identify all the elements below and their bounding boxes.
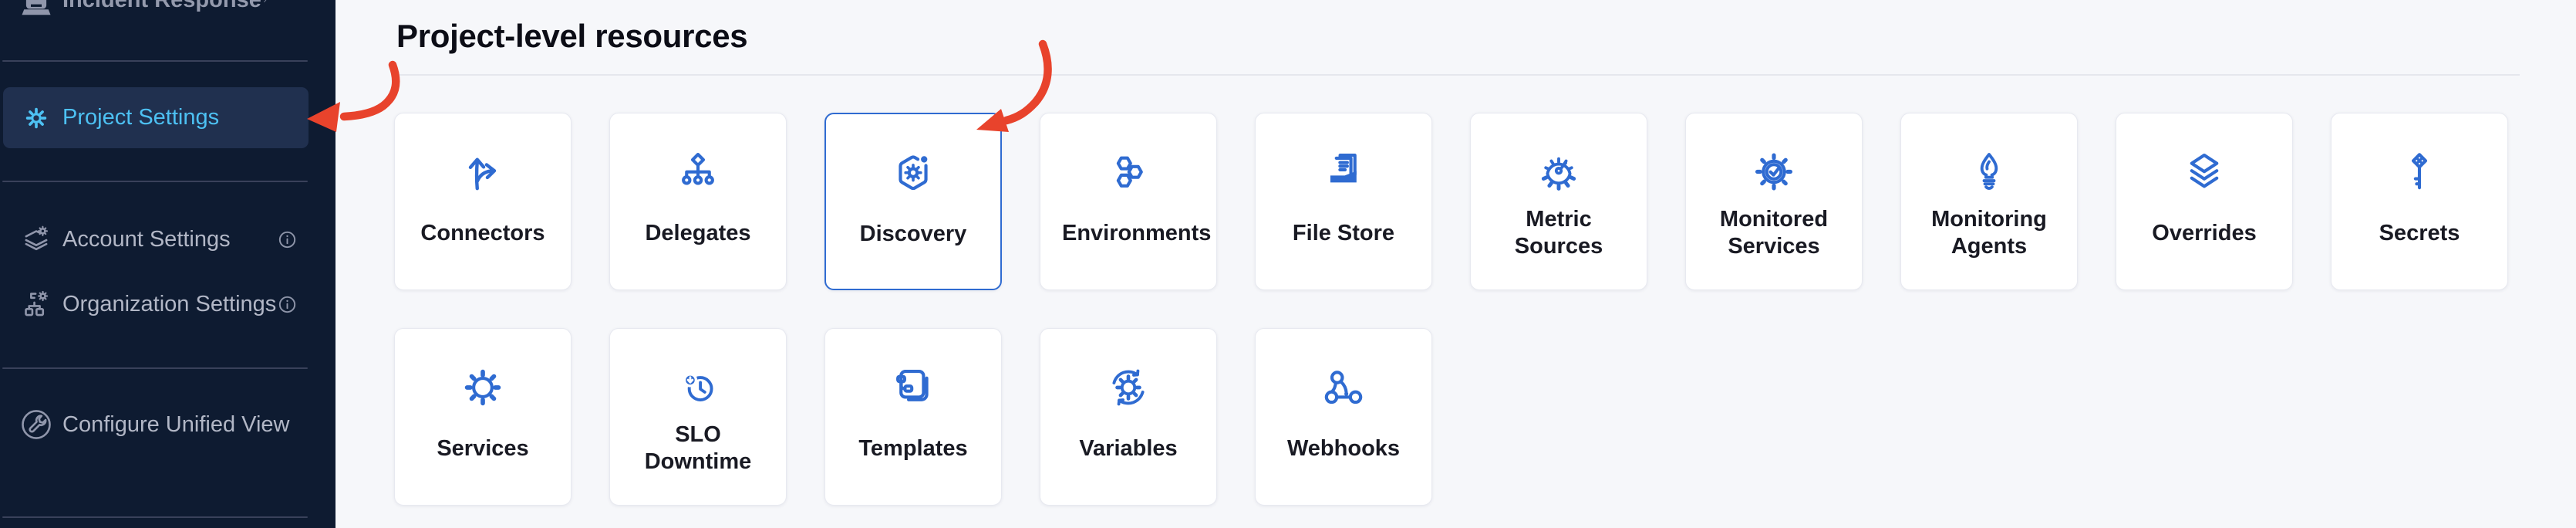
resource-card-label: Discovery xyxy=(860,221,967,248)
resource-card-label: Webhooks xyxy=(1287,435,1400,462)
monitoring-agents-icon xyxy=(1965,148,2013,196)
sidebar-divider xyxy=(2,60,308,62)
sidebar-divider xyxy=(2,516,308,518)
sidebar: Incident Response Project Settings Accou… xyxy=(0,0,335,528)
resource-card-connectors[interactable]: Connectors xyxy=(394,113,572,290)
resource-card-label: Services xyxy=(437,435,528,462)
delegates-icon xyxy=(674,148,722,196)
resource-card-monitored-services[interactable]: Monitored Services xyxy=(1685,113,1863,290)
resource-card-delegates[interactable]: Delegates xyxy=(609,113,787,290)
metric-sources-icon xyxy=(1535,148,1583,196)
app-screen: Incident Response Project Settings Accou… xyxy=(0,0,2576,528)
variables-icon xyxy=(1104,364,1152,411)
info-icon[interactable] xyxy=(277,229,298,250)
chevron-right-icon xyxy=(261,0,268,9)
resource-card-slo-downtime[interactable]: SLO Downtime xyxy=(609,328,787,506)
resource-card-label: Metric Sources xyxy=(1492,206,1625,260)
sidebar-divider xyxy=(2,181,308,182)
resource-card-file-store[interactable]: File Store xyxy=(1255,113,1432,290)
connectors-icon xyxy=(459,148,507,196)
resource-card-label: Environments xyxy=(1062,220,1195,247)
slo-downtime-icon xyxy=(674,364,722,411)
account-settings-layers-gear-icon xyxy=(20,223,52,256)
resource-card-label: Overrides xyxy=(2152,220,2256,247)
overrides-icon xyxy=(2180,148,2228,196)
sidebar-item-organization-settings[interactable]: Organization Settings xyxy=(3,283,309,325)
sidebar-item-label: Incident Response xyxy=(62,0,261,13)
resource-card-label: Templates xyxy=(858,435,967,462)
sidebar-item-label: Configure Unified View xyxy=(62,412,289,438)
page-title: Project-level resources xyxy=(396,16,747,56)
sidebar-item-project-settings[interactable]: Project Settings xyxy=(3,87,309,148)
templates-icon xyxy=(889,364,937,411)
resource-card-label: Delegates xyxy=(645,220,750,247)
resource-card-services[interactable]: Services xyxy=(394,328,572,506)
sidebar-item-account-settings[interactable]: Account Settings xyxy=(3,218,309,260)
resource-card-label: Connectors xyxy=(420,220,545,247)
organization-hierarchy-gear-icon xyxy=(20,288,52,320)
resource-card-label: File Store xyxy=(1293,220,1394,247)
resource-card-variables[interactable]: Variables xyxy=(1040,328,1217,506)
resource-card-monitoring-agents[interactable]: Monitoring Agents xyxy=(1900,113,2078,290)
sidebar-item-label: Project Settings xyxy=(62,105,219,130)
file-store-icon xyxy=(1320,148,1367,196)
secrets-icon xyxy=(2396,148,2443,196)
resource-card-label: Monitored Services xyxy=(1708,206,1840,260)
resource-card-secrets[interactable]: Secrets xyxy=(2331,113,2508,290)
incident-response-icon xyxy=(20,0,52,16)
resource-card-templates[interactable]: Templates xyxy=(824,328,1002,506)
resource-card-label: Secrets xyxy=(2379,220,2460,247)
gear-icon xyxy=(20,102,52,134)
sidebar-item-configure-unified-view[interactable]: Configure Unified View xyxy=(3,404,309,445)
resource-card-metric-sources[interactable]: Metric Sources xyxy=(1470,113,1647,290)
services-icon xyxy=(459,364,507,411)
resource-card-label: SLO Downtime xyxy=(632,421,764,476)
wrench-circle-icon xyxy=(20,408,52,441)
sidebar-item-label: Organization Settings xyxy=(62,292,276,317)
sidebar-item-label: Account Settings xyxy=(62,227,231,252)
info-icon[interactable] xyxy=(277,294,298,315)
discovery-icon xyxy=(889,149,937,197)
resource-card-label: Monitoring Agents xyxy=(1923,206,2055,260)
monitored-services-icon xyxy=(1750,148,1798,196)
resource-card-discovery[interactable]: Discovery xyxy=(824,113,1002,290)
resource-card-environments[interactable]: Environments xyxy=(1040,113,1217,290)
webhooks-icon xyxy=(1320,364,1367,411)
resource-card-overrides[interactable]: Overrides xyxy=(2116,113,2293,290)
resource-card-grid: Connectors Delegates Discovery Environme… xyxy=(394,113,2508,506)
sidebar-item-incident-response[interactable]: Incident Response xyxy=(3,0,309,23)
sidebar-divider xyxy=(2,367,308,369)
resource-card-webhooks[interactable]: Webhooks xyxy=(1255,328,1432,506)
environments-icon xyxy=(1104,148,1152,196)
section-divider xyxy=(396,74,2520,76)
resource-card-label: Variables xyxy=(1079,435,1177,462)
